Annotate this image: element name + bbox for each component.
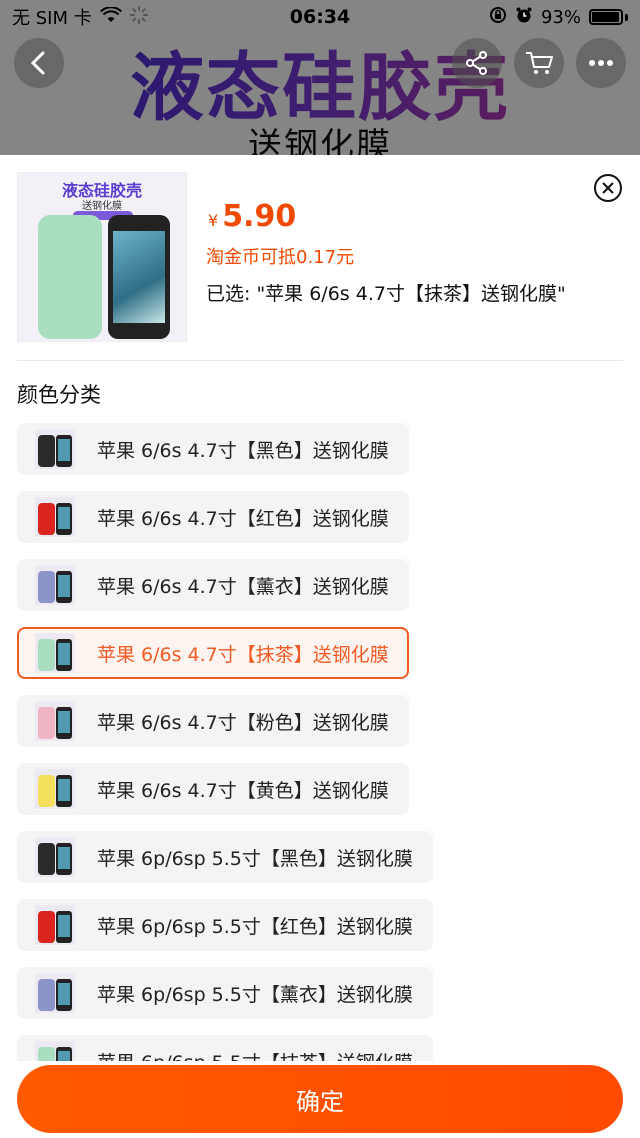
battery-percent: 93% (540, 6, 581, 28)
alarm-icon (515, 6, 533, 29)
rotation-lock-icon (489, 6, 507, 29)
option-thumbnail (35, 837, 75, 877)
more-button[interactable] (576, 38, 626, 88)
phone-front-image (56, 435, 72, 467)
option-row: 苹果 6p/6sp 5.5寸【黑色】送钢化膜 (17, 831, 623, 899)
close-button[interactable] (594, 174, 622, 202)
option-label: 苹果 6p/6sp 5.5寸【红色】送钢化膜 (97, 915, 413, 938)
share-icon (466, 51, 487, 75)
color-option[interactable]: 苹果 6/6s 4.7寸【抹茶】送钢化膜 (17, 627, 409, 679)
option-thumbnail (35, 701, 75, 741)
option-thumbnail (35, 565, 75, 605)
divider (17, 360, 623, 361)
phone-front-image (56, 843, 72, 875)
color-option[interactable]: 苹果 6/6s 4.7寸【红色】送钢化膜 (17, 491, 409, 543)
phone-front-image (56, 775, 72, 807)
status-right: 93% (489, 6, 628, 29)
option-thumbnail (35, 769, 75, 809)
option-thumbnail (35, 905, 75, 945)
option-row: 苹果 6p/6sp 5.5寸【红色】送钢化膜 (17, 899, 623, 967)
coin-discount: 淘金币可抵0.17元 (206, 247, 355, 268)
option-row: 苹果 6p/6sp 5.5寸【薰衣】送钢化膜 (17, 967, 623, 1035)
share-button[interactable] (452, 38, 502, 88)
option-label: 苹果 6/6s 4.7寸【粉色】送钢化膜 (97, 711, 389, 734)
option-label: 苹果 6/6s 4.7寸【抹茶】送钢化膜 (97, 643, 389, 666)
phone-front-image (56, 707, 72, 739)
option-row: 苹果 6/6s 4.7寸【薰衣】送钢化膜 (17, 559, 623, 627)
status-bar: 无 SIM 卡 06:34 93% (0, 0, 640, 34)
loading-icon (129, 5, 148, 29)
wifi-icon (99, 5, 122, 28)
product-image: 液态硅胶壳 送钢化膜 (17, 172, 187, 342)
phone-case-image (38, 911, 55, 943)
color-option[interactable]: 苹果 6p/6sp 5.5寸【抹茶】送钢化膜 (17, 1035, 433, 1061)
color-option[interactable]: 苹果 6p/6sp 5.5寸【黑色】送钢化膜 (17, 831, 433, 883)
cart-icon (526, 52, 553, 74)
phone-back-image (38, 215, 102, 339)
phone-case-image (38, 1047, 55, 1061)
color-option[interactable]: 苹果 6/6s 4.7寸【黄色】送钢化膜 (17, 763, 409, 815)
phone-case-image (38, 707, 55, 739)
phone-front-image (56, 571, 72, 603)
phone-case-image (38, 503, 55, 535)
price: ¥ 5.90 (208, 199, 296, 234)
chevron-left-icon (30, 51, 45, 75)
phone-case-image (38, 435, 55, 467)
more-dots-icon (589, 60, 613, 66)
option-label: 苹果 6/6s 4.7寸【薰衣】送钢化膜 (97, 575, 389, 598)
phone-front-image (56, 503, 72, 535)
thumb-subtitle: 送钢化膜 (82, 201, 122, 212)
phone-front-image (56, 911, 72, 943)
option-label: 苹果 6/6s 4.7寸【黄色】送钢化膜 (97, 779, 389, 802)
option-label: 苹果 6p/6sp 5.5寸【抹茶】送钢化膜 (97, 1048, 413, 1062)
color-option[interactable]: 苹果 6/6s 4.7寸【薰衣】送钢化膜 (17, 559, 409, 611)
sku-sheet: 液态硅胶壳 送钢化膜 ¥ 5.90 淘金币可抵0.17元 已选: "苹果 6/6… (0, 155, 640, 1138)
option-label: 苹果 6/6s 4.7寸【红色】送钢化膜 (97, 507, 389, 530)
phone-case-image (38, 571, 55, 603)
battery-icon (589, 9, 623, 25)
color-option[interactable]: 苹果 6p/6sp 5.5寸【薰衣】送钢化膜 (17, 967, 433, 1019)
color-option[interactable]: 苹果 6/6s 4.7寸【粉色】送钢化膜 (17, 695, 409, 747)
option-thumbnail (35, 1041, 75, 1061)
option-thumbnail (35, 633, 75, 673)
phone-case-image (38, 843, 55, 875)
option-row: 苹果 6/6s 4.7寸【红色】送钢化膜 (17, 491, 623, 559)
carrier-text: 无 SIM 卡 (12, 8, 92, 29)
phone-case-image (38, 775, 55, 807)
option-thumbnail (35, 429, 75, 469)
option-row: 苹果 6/6s 4.7寸【抹茶】送钢化膜 (17, 627, 623, 695)
price-value: 5.90 (222, 199, 297, 234)
color-option[interactable]: 苹果 6/6s 4.7寸【黑色】送钢化膜 (17, 423, 409, 475)
selected-sku-text: 已选: "苹果 6/6s 4.7寸【抹茶】送钢化膜" (206, 283, 566, 305)
phone-front-image (56, 639, 72, 671)
cart-button[interactable] (514, 38, 564, 88)
back-button[interactable] (14, 38, 64, 88)
phone-screen-image (113, 231, 165, 323)
option-row: 苹果 6/6s 4.7寸【粉色】送钢化膜 (17, 695, 623, 763)
option-row: 苹果 6p/6sp 5.5寸【抹茶】送钢化膜 (17, 1035, 623, 1061)
option-label: 苹果 6p/6sp 5.5寸【黑色】送钢化膜 (97, 847, 413, 870)
color-option[interactable]: 苹果 6p/6sp 5.5寸【红色】送钢化膜 (17, 899, 433, 951)
currency-symbol: ¥ (208, 211, 219, 230)
status-left: 无 SIM 卡 (12, 4, 148, 30)
option-thumbnail (35, 973, 75, 1013)
phone-front-image (56, 1047, 72, 1061)
option-row: 苹果 6/6s 4.7寸【黑色】送钢化膜 (17, 423, 623, 491)
option-row: 苹果 6/6s 4.7寸【黄色】送钢化膜 (17, 763, 623, 831)
confirm-button[interactable]: 确定 (17, 1065, 623, 1133)
battery-nub (625, 13, 628, 21)
phone-front-image (56, 979, 72, 1011)
phone-case-image (38, 639, 55, 671)
phone-case-image (38, 979, 55, 1011)
option-label: 苹果 6/6s 4.7寸【黑色】送钢化膜 (97, 439, 389, 462)
color-category-title: 颜色分类 (17, 383, 101, 407)
option-label: 苹果 6p/6sp 5.5寸【薰衣】送钢化膜 (97, 983, 413, 1006)
close-icon (602, 182, 614, 194)
option-thumbnail (35, 497, 75, 537)
option-list[interactable]: 苹果 6/6s 4.7寸【黑色】送钢化膜 苹果 6/6s 4.7寸【红色】送钢化膜… (17, 423, 623, 1061)
